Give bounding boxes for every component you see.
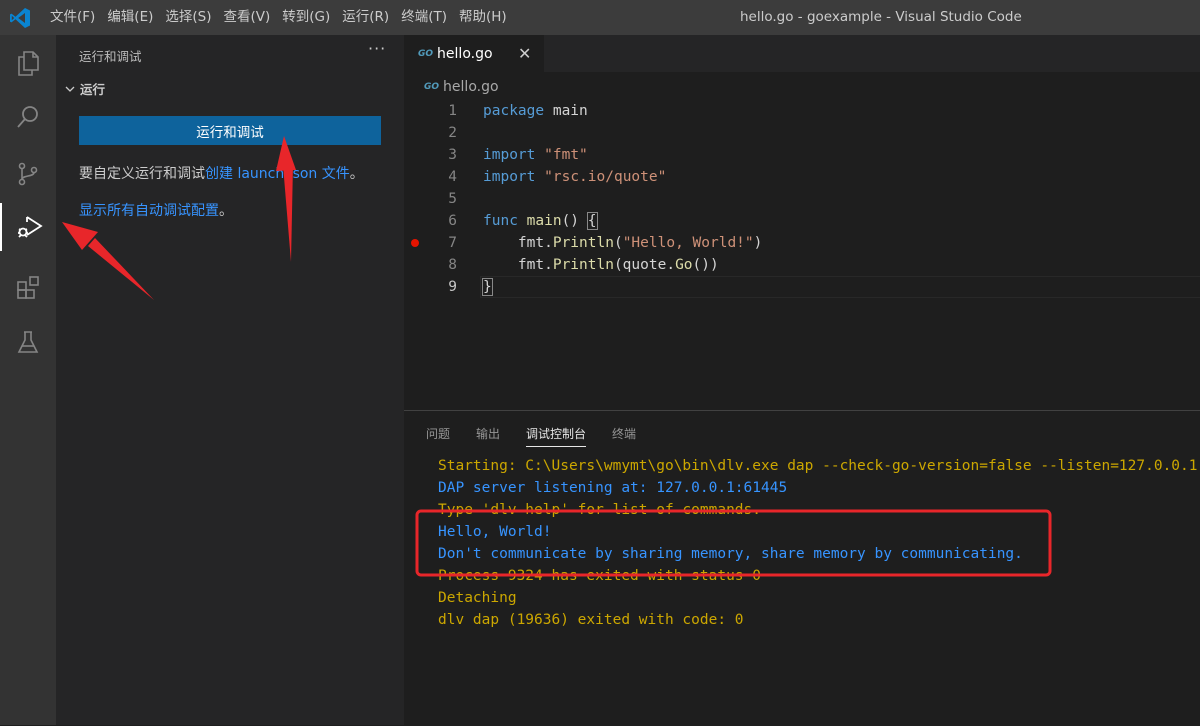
menu-go[interactable]: 转到(G) bbox=[276, 0, 336, 35]
line-number: 4 bbox=[448, 169, 457, 185]
console-line: Type 'dlv help' for list of commands. bbox=[438, 502, 762, 518]
console-line: Don't communicate by sharing memory, sha… bbox=[438, 546, 1023, 562]
create-launch-json-link[interactable]: 创建 launch.json 文件 bbox=[205, 166, 350, 182]
panel-tabs: 问题 输出 调试控制台 终端 bbox=[426, 425, 662, 447]
close-icon[interactable]: ✕ bbox=[518, 44, 531, 63]
line-number: 5 bbox=[448, 191, 457, 207]
line-number: 8 bbox=[448, 257, 457, 273]
activity-bar bbox=[0, 35, 56, 725]
code-text: import "rsc.io/quote" bbox=[483, 169, 667, 185]
code-line[interactable]: 6 func main() { bbox=[404, 210, 1200, 232]
search-icon[interactable] bbox=[0, 93, 56, 141]
title-bar: 文件(F) 编辑(E) 选择(S) 查看(V) 转到(G) 运行(R) 终端(T… bbox=[0, 0, 1200, 35]
code-line[interactable]: 5 bbox=[404, 188, 1200, 210]
code-line[interactable]: 2 bbox=[404, 122, 1200, 144]
line-number: 9 bbox=[448, 279, 457, 295]
sidebar-title: 运行和调试 bbox=[79, 49, 142, 64]
line-number: 2 bbox=[448, 125, 457, 141]
run-section-header[interactable]: 运行 bbox=[62, 79, 105, 98]
chevron-down-icon bbox=[65, 86, 75, 92]
console-line: DAP server listening at: 127.0.0.1:61445 bbox=[438, 480, 788, 496]
window-title: hello.go - goexample - Visual Studio Cod… bbox=[740, 9, 1022, 25]
line-number: 1 bbox=[448, 103, 457, 119]
console-line: Detaching bbox=[438, 590, 517, 606]
code-text: import "fmt" bbox=[483, 147, 588, 163]
menu-edit[interactable]: 编辑(E) bbox=[101, 0, 159, 35]
panel-tab[interactable]: 调试控制台 bbox=[526, 425, 587, 447]
menu-selection[interactable]: 选择(S) bbox=[159, 0, 217, 35]
testing-icon[interactable] bbox=[0, 318, 56, 366]
console-line: dlv dap (19636) exited with code: 0 bbox=[438, 612, 744, 628]
panel-tab[interactable]: 问题 bbox=[426, 425, 450, 447]
run-debug-icon[interactable] bbox=[0, 203, 56, 251]
menu-bar: 文件(F) 编辑(E) 选择(S) 查看(V) 转到(G) 运行(R) 终端(T… bbox=[44, 0, 513, 35]
launch-hint-suffix: 。 bbox=[349, 166, 364, 182]
code-text: package main bbox=[483, 103, 588, 119]
explorer-icon[interactable] bbox=[0, 39, 56, 87]
code-text: fmt.Println(quote.Go()) bbox=[483, 257, 719, 273]
panel-tab[interactable]: 输出 bbox=[476, 425, 500, 447]
breadcrumb[interactable]: GO hello.go bbox=[420, 79, 499, 95]
menu-file[interactable]: 文件(F) bbox=[44, 0, 101, 35]
menu-run[interactable]: 运行(R) bbox=[336, 0, 395, 35]
code-line[interactable]: 7 fmt.Println("Hello, World!") bbox=[404, 232, 1200, 254]
console-line: Process 9324 has exited with status 0 bbox=[438, 568, 762, 584]
show-all-configs-link[interactable]: 显示所有自动调试配置 bbox=[79, 203, 219, 219]
breadcrumb-file: hello.go bbox=[443, 79, 499, 95]
run-and-debug-button[interactable]: 运行和调试 bbox=[79, 116, 381, 145]
code-line[interactable]: 9} bbox=[404, 276, 1200, 298]
editor-tabs: GO hello.go ✕ bbox=[404, 35, 1200, 72]
show-all-suffix: 。 bbox=[219, 203, 233, 219]
menu-view[interactable]: 查看(V) bbox=[218, 0, 277, 35]
tab-hello-go[interactable]: GO hello.go ✕ bbox=[404, 35, 544, 72]
vscode-logo-icon bbox=[10, 8, 30, 28]
code-line[interactable]: 3 import "fmt" bbox=[404, 144, 1200, 166]
code-line[interactable]: 1 package main bbox=[404, 100, 1200, 122]
launch-hint-text: 要自定义运行和调试 bbox=[79, 166, 205, 182]
line-number: 7 bbox=[448, 235, 457, 251]
panel-tab[interactable]: 终端 bbox=[612, 425, 636, 447]
breakpoint-icon[interactable] bbox=[411, 239, 419, 247]
code-text: } bbox=[482, 278, 493, 296]
launch-hint: 要自定义运行和调试创建 launch.json 文件。 bbox=[79, 163, 364, 183]
menu-terminal[interactable]: 终端(T) bbox=[395, 0, 453, 35]
show-all-configs: 显示所有自动调试配置。 bbox=[79, 200, 233, 220]
tab-label: hello.go bbox=[437, 45, 493, 62]
go-file-icon: GO bbox=[424, 82, 440, 92]
code-editor[interactable]: 1 package main 2 3 import "fmt" 4 import "rsc.… bbox=[404, 100, 1200, 298]
more-actions-icon[interactable]: ··· bbox=[368, 39, 386, 58]
run-section-label: 运行 bbox=[80, 82, 106, 97]
console-line: Starting: C:\Users\wmymt\go\bin\dlv.exe … bbox=[438, 458, 1200, 474]
bottom-panel: 问题 输出 调试控制台 终端 Starting: C:\Users\wmymt\go\… bbox=[404, 410, 1200, 726]
code-line[interactable]: 8 fmt.Println(quote.Go()) bbox=[404, 254, 1200, 276]
line-number: 3 bbox=[448, 147, 457, 163]
code-text: func main() { bbox=[483, 212, 598, 230]
run-debug-sidebar: 运行和调试 ··· 运行 运行和调试 要自定义运行和调试创建 launch.js… bbox=[56, 35, 404, 725]
current-line-highlight bbox=[480, 276, 1200, 298]
code-line[interactable]: 4 import "rsc.io/quote" bbox=[404, 166, 1200, 188]
source-control-icon[interactable] bbox=[0, 150, 56, 198]
console-line: Hello, World! bbox=[438, 524, 552, 540]
menu-help[interactable]: 帮助(H) bbox=[453, 0, 513, 35]
debug-console-output: Starting: C:\Users\wmymt\go\bin\dlv.exe … bbox=[438, 455, 1200, 631]
go-file-icon: GO bbox=[418, 48, 434, 59]
line-number: 6 bbox=[448, 213, 457, 229]
code-text: fmt.Println("Hello, World!") bbox=[483, 235, 763, 251]
extensions-icon[interactable] bbox=[0, 263, 56, 311]
editor-area: GO hello.go ✕ GO hello.go 1 package main 2… bbox=[404, 35, 1200, 410]
